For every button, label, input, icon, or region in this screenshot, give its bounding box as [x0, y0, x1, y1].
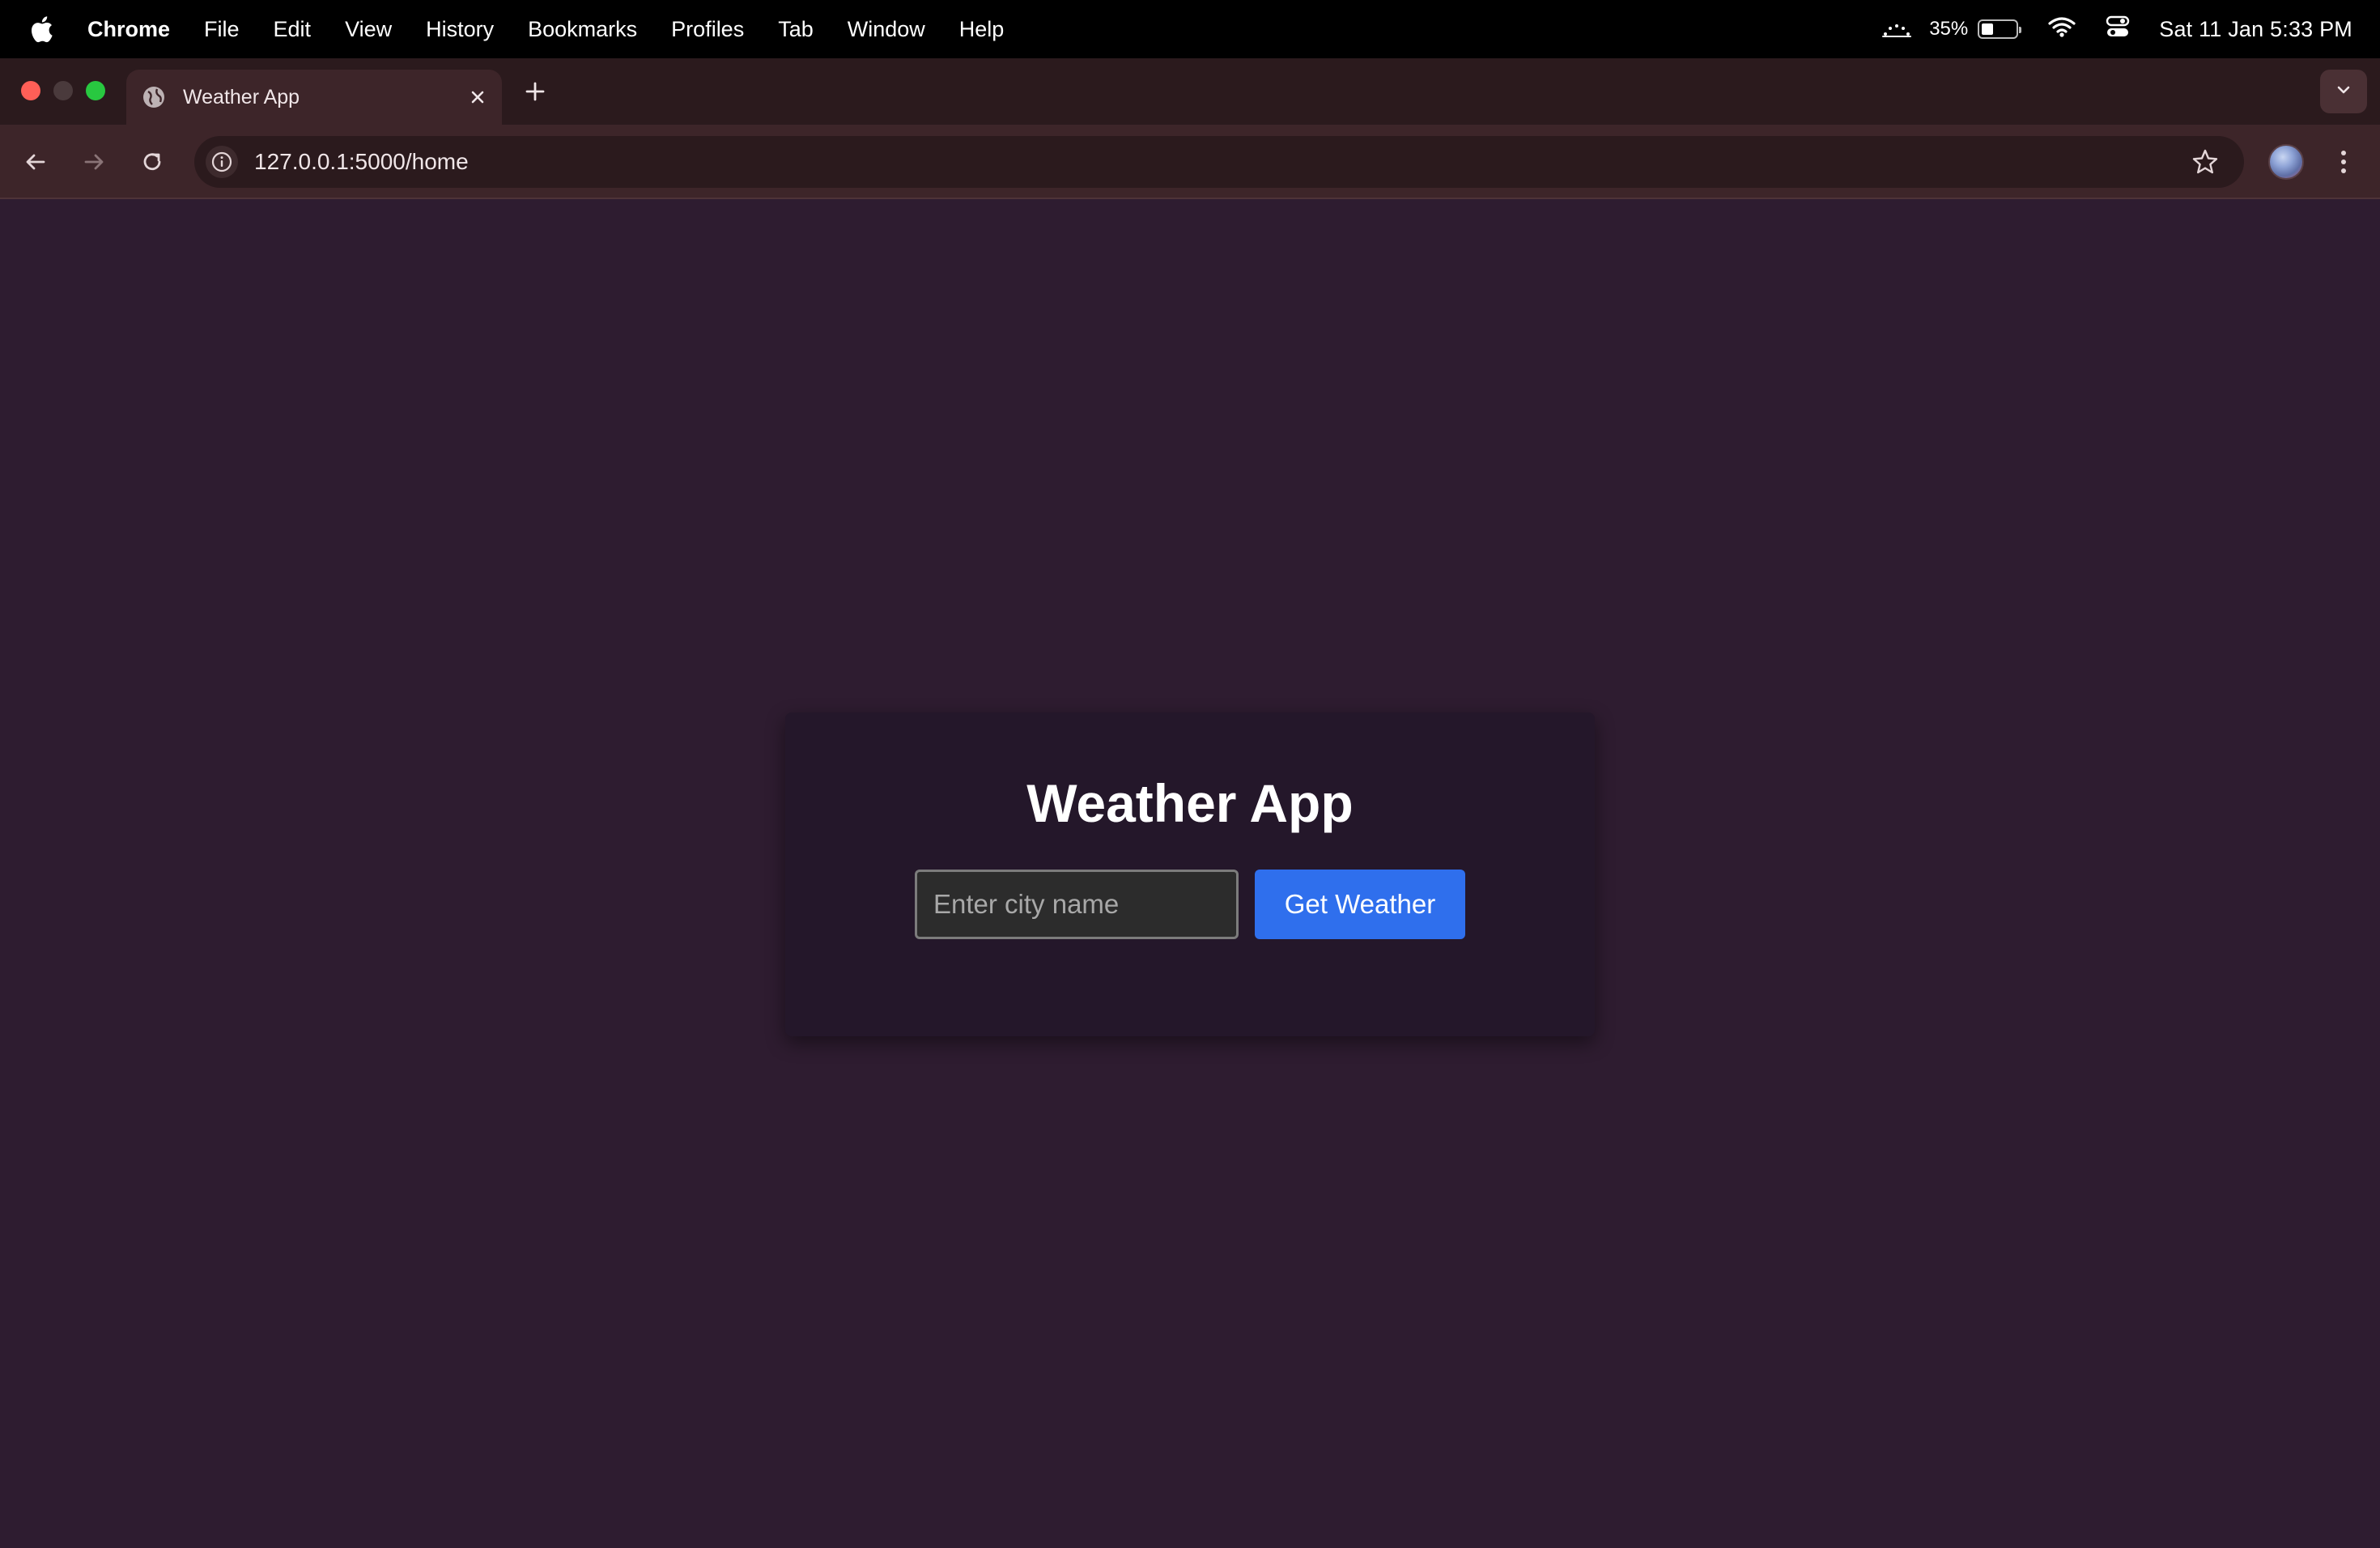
profile-avatar[interactable]	[2268, 144, 2304, 180]
window-controls	[21, 81, 118, 100]
menu-bookmarks[interactable]: Bookmarks	[528, 17, 637, 42]
get-weather-button[interactable]: Get Weather	[1255, 870, 1465, 939]
address-bar[interactable]: 127.0.0.1:5000/home	[194, 136, 2244, 188]
menu-view[interactable]: View	[345, 17, 392, 42]
minimize-window-button[interactable]	[53, 81, 73, 100]
menu-items: Chrome File Edit View History Bookmarks …	[87, 17, 1038, 42]
back-arrow-icon[interactable]	[19, 146, 52, 178]
menu-window[interactable]: Window	[848, 17, 925, 42]
page-viewport: Weather App Get Weather	[0, 201, 2380, 1548]
menu-app-chrome[interactable]: Chrome	[87, 17, 170, 42]
menu-tab[interactable]: Tab	[778, 17, 814, 42]
kebab-menu-icon[interactable]	[2331, 146, 2356, 178]
battery-icon[interactable]	[1978, 19, 2022, 39]
menu-profiles[interactable]: Profiles	[671, 17, 744, 42]
menu-edit[interactable]: Edit	[274, 17, 312, 42]
plus-icon[interactable]	[521, 78, 549, 105]
macos-menu-bar: Chrome File Edit View History Bookmarks …	[0, 0, 2380, 58]
tab-weather-app[interactable]: Weather App	[126, 70, 502, 125]
star-icon[interactable]	[2191, 147, 2220, 176]
page-title: Weather App	[1026, 773, 1354, 833]
url-text[interactable]: 127.0.0.1:5000/home	[254, 149, 469, 175]
city-input[interactable]	[915, 870, 1239, 939]
forward-arrow-icon[interactable]	[78, 146, 110, 178]
battery-fill	[1982, 23, 1994, 35]
reload-icon[interactable]	[136, 146, 168, 178]
menu-help[interactable]: Help	[959, 17, 1005, 42]
control-center-icon[interactable]	[2106, 15, 2130, 45]
menu-history[interactable]: History	[426, 17, 494, 42]
tab-search-button[interactable]	[2320, 70, 2367, 113]
close-window-button[interactable]	[21, 81, 40, 100]
browser-toolbar: 127.0.0.1:5000/home	[0, 125, 2380, 199]
chevron-down-icon	[2334, 80, 2353, 104]
weather-card: Weather App Get Weather	[785, 712, 1595, 1036]
info-icon[interactable]	[206, 146, 238, 178]
tab-strip: Weather App	[0, 58, 2380, 125]
tab-title: Weather App	[183, 85, 300, 108]
close-icon[interactable]	[466, 86, 489, 108]
battery-percent: 35%	[1929, 18, 1969, 40]
brightness-icon[interactable]	[1881, 15, 1913, 45]
clock[interactable]: Sat 11 Jan 5:33 PM	[2159, 17, 2352, 42]
globe-icon	[141, 84, 167, 110]
wifi-icon[interactable]	[2047, 15, 2076, 44]
zoom-window-button[interactable]	[86, 81, 105, 100]
status-area: 35% Sat 11 Jan 5:33 PM	[1851, 0, 2352, 58]
apple-icon[interactable]	[29, 13, 57, 45]
menu-file[interactable]: File	[204, 17, 240, 42]
